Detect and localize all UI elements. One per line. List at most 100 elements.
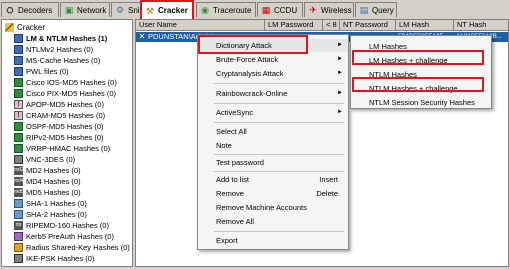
- tree-item-ospf[interactable]: OSPF-MD5 Hashes (0): [14, 121, 104, 132]
- menu-cryptanalysis-attack[interactable]: Cryptanalysis Attack ►: [198, 67, 348, 80]
- tree-item-sha2[interactable]: SHA-2 Hashes (0): [14, 209, 87, 220]
- network-node-icon: [14, 122, 23, 131]
- tree-item-ike-psk[interactable]: IKE-PSK Hashes (0): [14, 253, 94, 264]
- hash-icon: [14, 56, 23, 65]
- cracker-key-icon: [5, 23, 14, 32]
- md4-icon: md4: [14, 177, 24, 186]
- menu-remove[interactable]: Remove Delete: [198, 187, 348, 200]
- tree-item-md2[interactable]: md2 MD2 Hashes (0): [14, 165, 81, 176]
- md2-icon: md2: [14, 166, 24, 175]
- traceroute-icon: ◉: [201, 5, 209, 15]
- tree-item-apop[interactable]: ! APOP-MD5 Hashes (0): [14, 99, 104, 110]
- column-lm-password[interactable]: LM Password: [265, 20, 323, 31]
- context-menu: Dictionary Attack ► Brute-Force Attack ► C…: [197, 34, 349, 250]
- column-lm-hash[interactable]: LM Hash: [396, 20, 454, 31]
- tab-network[interactable]: ▣ Network: [60, 2, 110, 17]
- tab-decoders[interactable]: ⛭ Decoders: [1, 2, 59, 17]
- menu-separator: [214, 83, 344, 84]
- warning-icon: !: [14, 100, 23, 109]
- decoders-icon: ⛭: [6, 5, 14, 15]
- sha-icon: [14, 199, 23, 208]
- ccdu-icon: ▦: [261, 5, 271, 15]
- cracker-icon: ⚒: [145, 5, 155, 16]
- cracker-tree[interactable]: Cracker LM & NTLM Hashes (1) NTLMv2 Hash…: [1, 19, 133, 267]
- submenu-ntlm-hashes[interactable]: NTLM Hashes: [351, 68, 491, 81]
- hash-icon: [14, 45, 23, 54]
- tree-item-cisco-pix[interactable]: Cisco PIX-MD5 Hashes (0): [14, 88, 116, 99]
- tree-item-lm-ntlm[interactable]: LM & NTLM Hashes (1): [14, 33, 107, 44]
- firewall-icon: [14, 89, 23, 98]
- shortcut-delete: Delete: [316, 189, 338, 198]
- ripemd-icon: rip: [14, 221, 23, 230]
- menu-separator: [214, 171, 344, 172]
- router-icon: [14, 78, 23, 87]
- tab-traceroute[interactable]: ◉ Traceroute: [196, 2, 256, 17]
- tab-ccdu[interactable]: ▦ CCDU: [257, 2, 303, 17]
- submenu-arrow-icon: ►: [337, 90, 343, 96]
- submenu-lm-hashes[interactable]: LM Hashes: [351, 40, 491, 53]
- tree-item-vrrp[interactable]: VRRP-HMAC Hashes (0): [14, 143, 110, 154]
- menu-remove-all[interactable]: Remove All: [198, 215, 348, 228]
- submenu-ntlm-hashes-challenge[interactable]: NTLM Hashes + challenge: [351, 82, 491, 95]
- sniffer-icon: ⚙: [115, 5, 125, 15]
- file-icon: [14, 67, 23, 76]
- shortcut-insert: Insert: [319, 175, 338, 184]
- column-nt-hash[interactable]: NT Hash: [454, 20, 508, 31]
- query-icon: ▤: [359, 5, 369, 15]
- submenu-arrow-icon: ►: [337, 109, 343, 115]
- tree-item-pwl[interactable]: PWL files (0): [14, 66, 69, 77]
- tree-item-cisco-ios[interactable]: Cisco IOS-MD5 Hashes (0): [14, 77, 117, 88]
- kerberos-icon: [14, 232, 23, 241]
- tree-item-radius[interactable]: Radius Shared-Key Hashes (0): [14, 242, 130, 253]
- dictionary-attack-submenu: LM Hashes LM Hashes + challenge NTLM Has…: [350, 35, 492, 109]
- tree-item-ripemd[interactable]: rip RIPEMD-160 Hashes (0): [14, 220, 109, 231]
- submenu-ntlm-session-security[interactable]: NTLM Session Security Hashes: [351, 96, 491, 109]
- menu-test-password[interactable]: Test password: [198, 156, 348, 169]
- md5-icon: md5: [14, 188, 24, 197]
- tab-query[interactable]: ▤ Query: [355, 2, 397, 17]
- sha-icon: [14, 210, 23, 219]
- tree-item-vnc[interactable]: VNC-3DES (0): [14, 154, 75, 165]
- x-mark-icon: ✕: [138, 32, 146, 41]
- ike-icon: [14, 254, 23, 263]
- tree-item-md5[interactable]: md5 MD5 Hashes (0): [14, 187, 81, 198]
- tree-root-cracker[interactable]: Cracker: [5, 22, 45, 33]
- menu-separator: [214, 231, 344, 232]
- column-lt-8[interactable]: < 8: [323, 20, 340, 31]
- menu-activesync[interactable]: ActiveSync ►: [198, 106, 348, 119]
- menu-export[interactable]: Export: [198, 234, 348, 247]
- menu-separator: [214, 122, 344, 123]
- tree-item-sha1[interactable]: SHA-1 Hashes (0): [14, 198, 87, 209]
- column-user-name[interactable]: User Name: [136, 20, 265, 31]
- tab-cracker[interactable]: ⚒ Cracker: [140, 0, 194, 19]
- tree-item-ripv2[interactable]: RIPv2-MD5 Hashes (0): [14, 132, 104, 143]
- radius-icon: [14, 243, 23, 252]
- menu-note[interactable]: Note: [198, 139, 348, 152]
- tree-item-kerb5[interactable]: Kerb5 PreAuth Hashes (0): [14, 231, 114, 242]
- menu-rainbowcrack-online[interactable]: Rainbowcrack-Online ►: [198, 87, 348, 100]
- tree-item-ms-cache[interactable]: MS-Cache Hashes (0): [14, 55, 100, 66]
- submenu-arrow-icon: ►: [337, 70, 343, 76]
- menu-separator: [214, 103, 344, 104]
- submenu-arrow-icon: ►: [337, 56, 343, 62]
- wireless-icon: ✈: [309, 5, 317, 15]
- network-icon: ▣: [64, 5, 74, 15]
- warning-icon: !: [14, 111, 23, 120]
- column-nt-password[interactable]: NT Password: [340, 20, 396, 31]
- network-node-icon: [14, 133, 23, 142]
- menu-separator: [214, 154, 344, 155]
- menu-remove-machine-accounts[interactable]: Remove Machine Accounts: [198, 201, 348, 214]
- menu-select-all[interactable]: Select All: [198, 125, 348, 138]
- network-node-icon: [14, 144, 23, 153]
- tab-bar: ⛭Decoders ▣Network ⚙Sniffer ⚒Cracker ◉Tr…: [0, 0, 510, 19]
- submenu-lm-hashes-challenge[interactable]: LM Hashes + challenge: [351, 54, 491, 67]
- menu-add-to-list[interactable]: Add to list Insert: [198, 173, 348, 186]
- tree-item-md4[interactable]: md4 MD4 Hashes (0): [14, 176, 81, 187]
- tree-item-cram[interactable]: ! CRAM-MD5 Hashes (0): [14, 110, 105, 121]
- menu-dictionary-attack[interactable]: Dictionary Attack ►: [198, 39, 348, 52]
- menu-brute-force-attack[interactable]: Brute-Force Attack ►: [198, 53, 348, 66]
- hash-icon: [14, 34, 23, 43]
- tab-wireless[interactable]: ✈ Wireless: [304, 2, 354, 17]
- submenu-arrow-icon: ►: [337, 42, 343, 48]
- tree-item-ntlmv2[interactable]: NTLMv2 Hashes (0): [14, 44, 93, 55]
